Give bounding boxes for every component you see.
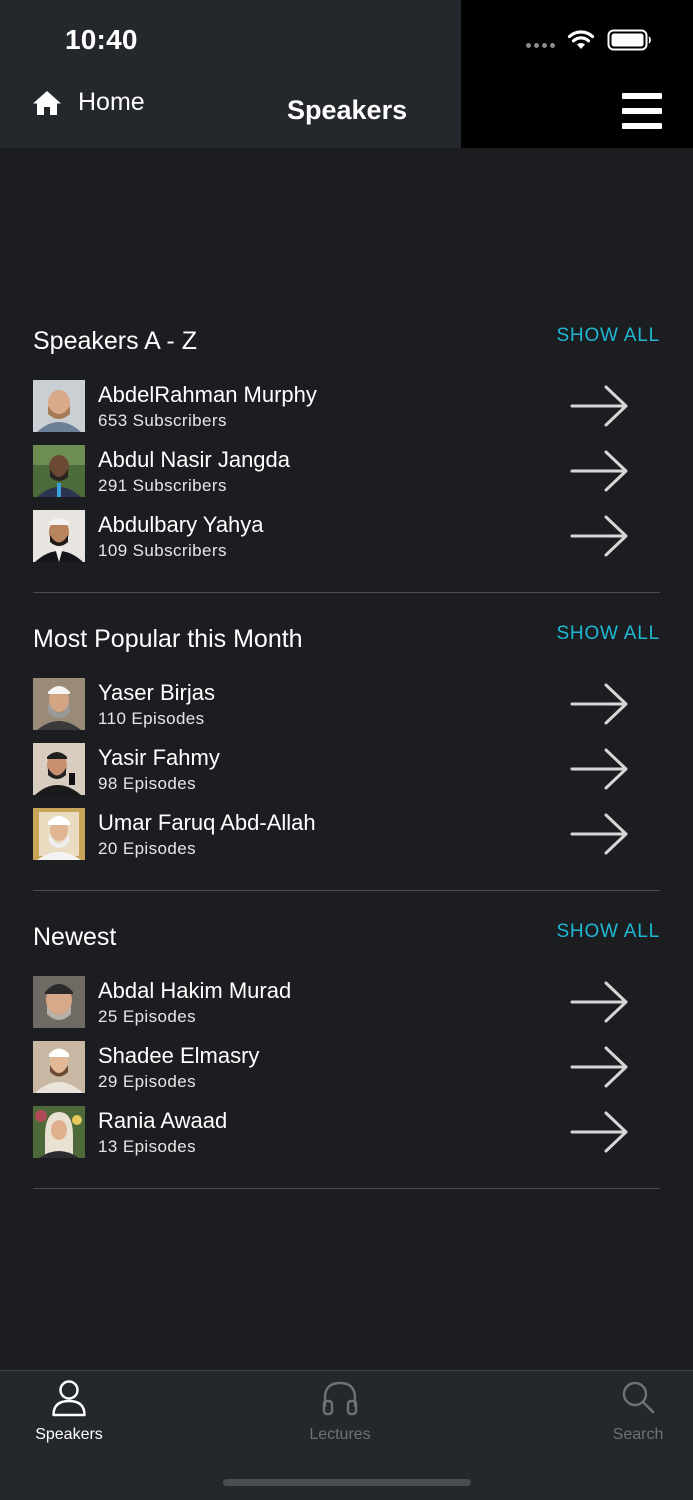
home-icon <box>33 90 61 115</box>
speaker-episodes: 110 Episodes <box>98 709 205 728</box>
speaker-row[interactable]: Umar Faruq Abd-Allah 20 Episodes <box>33 808 660 873</box>
person-icon <box>52 1380 86 1417</box>
speaker-name: Yasir Fahmy <box>98 745 220 770</box>
speaker-avatar <box>33 1041 85 1093</box>
section-title: Speakers A - Z <box>33 327 197 355</box>
cellular-signal-icon <box>526 42 555 48</box>
section-header: Speakers A - Z SHOW ALL <box>33 325 660 367</box>
speakers-screen: 10:40 Home Speakers Speakers A - Z SHOW … <box>0 0 693 1500</box>
tab-speakers[interactable]: Speakers <box>30 1379 108 1444</box>
speaker-row[interactable]: AbdelRahman Murphy 653 Subscribers <box>33 380 660 445</box>
speaker-row[interactable]: Yasir Fahmy 98 Episodes <box>33 743 660 808</box>
speaker-episodes: 29 Episodes <box>98 1072 196 1091</box>
speaker-avatar <box>33 1106 85 1158</box>
tab-label: Speakers <box>35 1426 103 1443</box>
arrow-right-icon <box>570 515 628 557</box>
speaker-row[interactable]: Abdul Nasir Jangda 291 Subscribers <box>33 445 660 510</box>
home-label: Home <box>78 88 145 116</box>
tab-lectures[interactable]: Lectures <box>300 1379 380 1444</box>
arrow-right-icon <box>570 748 628 790</box>
speaker-avatar <box>33 380 85 432</box>
section-header: Newest SHOW ALL <box>33 921 660 963</box>
page-title: Speakers <box>287 95 408 125</box>
speaker-row[interactable]: Shadee Elmasry 29 Episodes <box>33 1041 660 1106</box>
speaker-row[interactable]: Yaser Birjas 110 Episodes <box>33 678 660 743</box>
status-icons <box>526 26 653 54</box>
speaker-episodes: 98 Episodes <box>98 774 196 793</box>
arrow-right-icon <box>570 385 628 427</box>
speaker-name: AbdelRahman Murphy <box>98 382 317 407</box>
speaker-avatar <box>33 808 85 860</box>
section-header: Most Popular this Month SHOW ALL <box>33 623 660 665</box>
headphones-icon <box>322 1381 358 1416</box>
hamburger-menu-button[interactable] <box>622 93 662 129</box>
arrow-right-icon <box>570 1111 628 1153</box>
speaker-name: Shadee Elmasry <box>98 1043 260 1068</box>
speaker-name: Umar Faruq Abd-Allah <box>98 810 316 835</box>
arrow-right-icon <box>570 450 628 492</box>
speaker-list: AbdelRahman Murphy 653 Subscribers Abdul… <box>33 380 660 575</box>
menu-line <box>622 93 662 99</box>
section-divider <box>33 890 660 891</box>
speaker-name: Abdal Hakim Murad <box>98 978 292 1003</box>
show-all-button[interactable]: SHOW ALL <box>556 921 660 943</box>
speaker-avatar <box>33 743 85 795</box>
home-indicator[interactable] <box>223 1479 471 1486</box>
menu-line <box>622 108 662 114</box>
speaker-list: Yaser Birjas 110 Episodes Yasir Fahmy 98… <box>33 678 660 873</box>
section-title: Most Popular this Month <box>33 625 303 653</box>
tab-label: Lectures <box>309 1426 371 1443</box>
home-button[interactable]: Home <box>32 88 145 117</box>
speaker-name: Abdulbary Yahya <box>98 512 264 537</box>
section-divider <box>33 592 660 593</box>
search-icon <box>622 1381 655 1414</box>
arrow-right-icon <box>570 981 628 1023</box>
speaker-subscribers: 109 Subscribers <box>98 541 227 560</box>
battery-icon <box>607 29 651 51</box>
show-all-button[interactable]: SHOW ALL <box>556 623 660 645</box>
speaker-name: Yaser Birjas <box>98 680 215 705</box>
speaker-row[interactable]: Abdulbary Yahya 109 Subscribers <box>33 510 660 575</box>
tab-search[interactable]: Search <box>605 1379 671 1444</box>
speaker-episodes: 13 Episodes <box>98 1137 196 1156</box>
section-title: Newest <box>33 923 117 951</box>
menu-line <box>622 123 662 129</box>
speaker-name: Abdul Nasir Jangda <box>98 447 291 472</box>
speaker-name: Rania Awaad <box>98 1108 228 1133</box>
wifi-icon <box>567 30 595 49</box>
speaker-avatar <box>33 510 85 562</box>
speaker-avatar <box>33 678 85 730</box>
speaker-subscribers: 291 Subscribers <box>98 476 227 495</box>
top-header: 10:40 Home Speakers <box>0 0 693 148</box>
arrow-right-icon <box>570 683 628 725</box>
speaker-avatar <box>33 976 85 1028</box>
status-time: 10:40 <box>65 24 138 55</box>
section-most-popular: Most Popular this Month SHOW ALL Yaser B… <box>33 623 660 891</box>
section-divider <box>33 1188 660 1189</box>
speaker-subscribers: 653 Subscribers <box>98 411 227 430</box>
section-newest: Newest SHOW ALL Abdal Hakim Murad 25 Epi… <box>33 921 660 1189</box>
section-speakers-a-z: Speakers A - Z SHOW ALL AbdelRahman Murp… <box>33 325 660 593</box>
arrow-right-icon <box>570 813 628 855</box>
speaker-episodes: 25 Episodes <box>98 1007 196 1026</box>
speaker-list: Abdal Hakim Murad 25 Episodes Shadee Elm… <box>33 976 660 1171</box>
speaker-episodes: 20 Episodes <box>98 839 196 858</box>
speaker-row[interactable]: Rania Awaad 13 Episodes <box>33 1106 660 1171</box>
tab-label: Search <box>612 1426 664 1443</box>
show-all-button[interactable]: SHOW ALL <box>556 325 660 347</box>
speaker-avatar <box>33 445 85 497</box>
arrow-right-icon <box>570 1046 628 1088</box>
speaker-row[interactable]: Abdal Hakim Murad 25 Episodes <box>33 976 660 1041</box>
